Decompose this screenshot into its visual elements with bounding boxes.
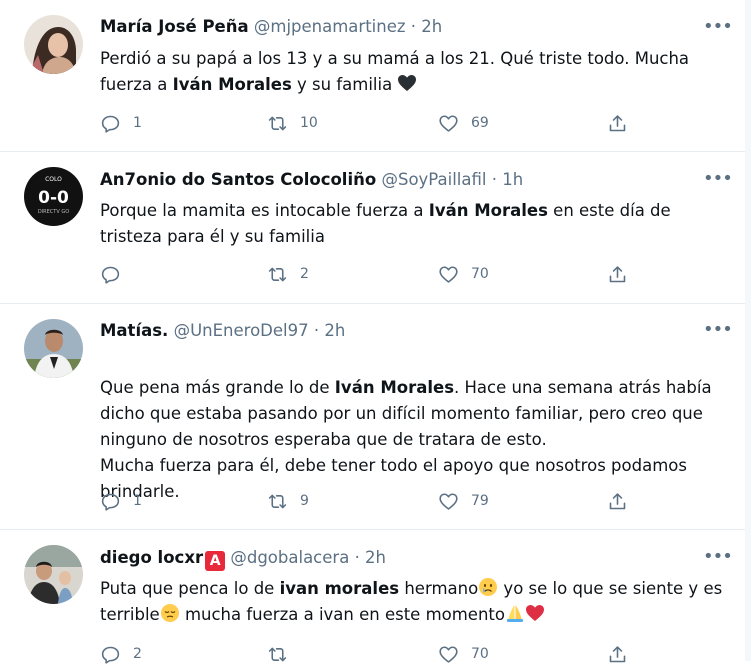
timeline: María José Peña @mjpenamartinez · 2h •••… (0, 0, 746, 664)
display-name[interactable]: María José Peña (100, 17, 249, 36)
reply-icon (101, 646, 120, 664)
tweet-text: Porque la mamita es intocable fuerza a I… (100, 198, 730, 250)
reply-icon (101, 493, 120, 511)
tweet-text-part: mucha fuerza a ivan en este momento (179, 605, 505, 624)
display-name[interactable]: diego locxr (100, 548, 203, 567)
retweet-icon (268, 647, 287, 661)
like-button[interactable]: 70 (438, 642, 489, 666)
tweet-text-part: y su familia (291, 75, 398, 94)
crying-face-emoji-icon (479, 578, 498, 596)
avatar[interactable] (24, 319, 83, 378)
display-name[interactable]: An7onio do Santos Colocoliño (100, 170, 376, 189)
reply-count: 2 (133, 646, 142, 662)
like-button[interactable]: 79 (438, 489, 489, 513)
tweet-text-part: hermano (399, 579, 479, 598)
avatar[interactable] (24, 545, 83, 604)
more-icon[interactable]: ••• (703, 18, 733, 38)
tweet-text-part: Puta que penca lo de (100, 579, 280, 598)
tweet-actions: 1 10 69 (100, 111, 640, 135)
tweet-header: An7onio do Santos Colocoliño @SoyPaillaf… (100, 170, 715, 189)
black-heart-emoji-icon (398, 75, 417, 91)
share-icon (609, 492, 626, 509)
like-count: 79 (471, 493, 489, 509)
retweet-button[interactable] (267, 642, 300, 666)
share-button[interactable] (607, 489, 628, 513)
tweet[interactable]: COLO 0-0 DIRECTV GO An7onio do Santos Co… (0, 151, 745, 304)
like-count: 69 (471, 115, 489, 131)
svg-text:COLO: COLO (45, 176, 62, 183)
more-icon[interactable]: ••• (703, 548, 733, 568)
reply-button[interactable] (100, 262, 133, 286)
tweet-header: Matías. @UnEneroDel97 · 2h (100, 321, 715, 340)
tweet-actions: 2 70 (100, 262, 640, 286)
tweet-text: Puta que penca lo de ivan morales herman… (100, 576, 730, 628)
heart-icon (439, 265, 458, 283)
retweet-button[interactable]: 2 (267, 262, 309, 286)
share-button[interactable] (607, 262, 628, 286)
reply-icon (101, 115, 120, 133)
timestamp[interactable]: · 1h (492, 170, 523, 189)
retweet-count: 10 (300, 115, 318, 131)
tweet[interactable]: Matías. @UnEneroDel97 · 2h ••• Que pena … (0, 303, 745, 530)
share-icon (609, 645, 626, 662)
retweet-count: 9 (300, 493, 309, 509)
username[interactable]: @mjpenamartinez (254, 17, 406, 36)
scrollbar[interactable] (745, 0, 751, 661)
tweet-text: Que pena más grande lo de Iván Morales. … (100, 349, 730, 505)
reply-icon (101, 266, 120, 284)
retweet-icon (268, 116, 287, 130)
tweet-text-bold: ivan morales (279, 579, 400, 598)
reply-count: 1 (133, 493, 142, 509)
display-name[interactable]: Matías. (100, 321, 168, 340)
retweet-icon (268, 267, 287, 281)
retweet-button[interactable]: 10 (267, 111, 318, 135)
retweet-icon (268, 494, 287, 508)
retweet-button[interactable]: 9 (267, 489, 309, 513)
retweet-count: 2 (300, 266, 309, 282)
reply-button[interactable]: 1 (100, 489, 142, 513)
username[interactable]: @UnEneroDel97 (174, 321, 309, 340)
red-heart-emoji-icon (525, 605, 544, 621)
more-icon[interactable]: ••• (703, 170, 733, 190)
heart-icon (439, 645, 458, 663)
timestamp[interactable]: · 2h (411, 17, 442, 36)
share-button[interactable] (607, 111, 628, 135)
reply-count: 1 (133, 115, 142, 131)
tweet-actions: 2 70 (100, 642, 640, 666)
tweet-text-part: Que pena más grande lo de (100, 378, 335, 397)
svg-text:DIRECTV GO: DIRECTV GO (38, 209, 69, 215)
tweet-text-bold: Iván Morales (334, 378, 455, 397)
share-icon (609, 265, 626, 282)
share-button[interactable] (607, 642, 628, 666)
tweet-text-bold: Iván Morales (172, 75, 292, 94)
relieved-face-emoji-icon (160, 604, 179, 622)
heart-icon (439, 492, 458, 510)
like-button[interactable]: 69 (438, 111, 489, 135)
timestamp[interactable]: · 2h (314, 321, 345, 340)
timestamp[interactable]: · 2h (355, 548, 386, 567)
tweet-header: María José Peña @mjpenamartinez · 2h (100, 17, 715, 36)
tweet-actions: 1 9 79 (100, 489, 640, 513)
more-icon[interactable]: ••• (703, 321, 733, 341)
red-a-badge-icon: A (205, 551, 226, 571)
tweet[interactable]: María José Peña @mjpenamartinez · 2h •••… (0, 0, 745, 152)
share-icon (609, 114, 626, 131)
folded-hands-emoji-icon (506, 605, 523, 622)
tweet[interactable]: diego locxr A @dgobalacera · 2h ••• Puta … (0, 529, 745, 669)
username[interactable]: @dgobalacera (230, 548, 349, 567)
tweet-text-bold: Iván Morales (428, 201, 548, 220)
like-count: 70 (471, 266, 489, 282)
like-count: 70 (471, 646, 489, 662)
like-button[interactable]: 70 (438, 262, 489, 286)
username[interactable]: @SoyPaillafil (381, 170, 486, 189)
tweet-text-part: Porque la mamita es intocable fuerza a (100, 201, 429, 220)
heart-icon (439, 114, 458, 132)
svg-text:0-0: 0-0 (38, 188, 69, 208)
reply-button[interactable]: 1 (100, 111, 142, 135)
reply-button[interactable]: 2 (100, 642, 142, 666)
tweet-header: diego locxr A @dgobalacera · 2h (100, 548, 715, 571)
avatar[interactable]: COLO 0-0 DIRECTV GO (24, 167, 83, 226)
tweet-text: Perdió a su papá a los 13 y a su mamá a … (100, 46, 730, 98)
avatar[interactable] (24, 15, 83, 74)
